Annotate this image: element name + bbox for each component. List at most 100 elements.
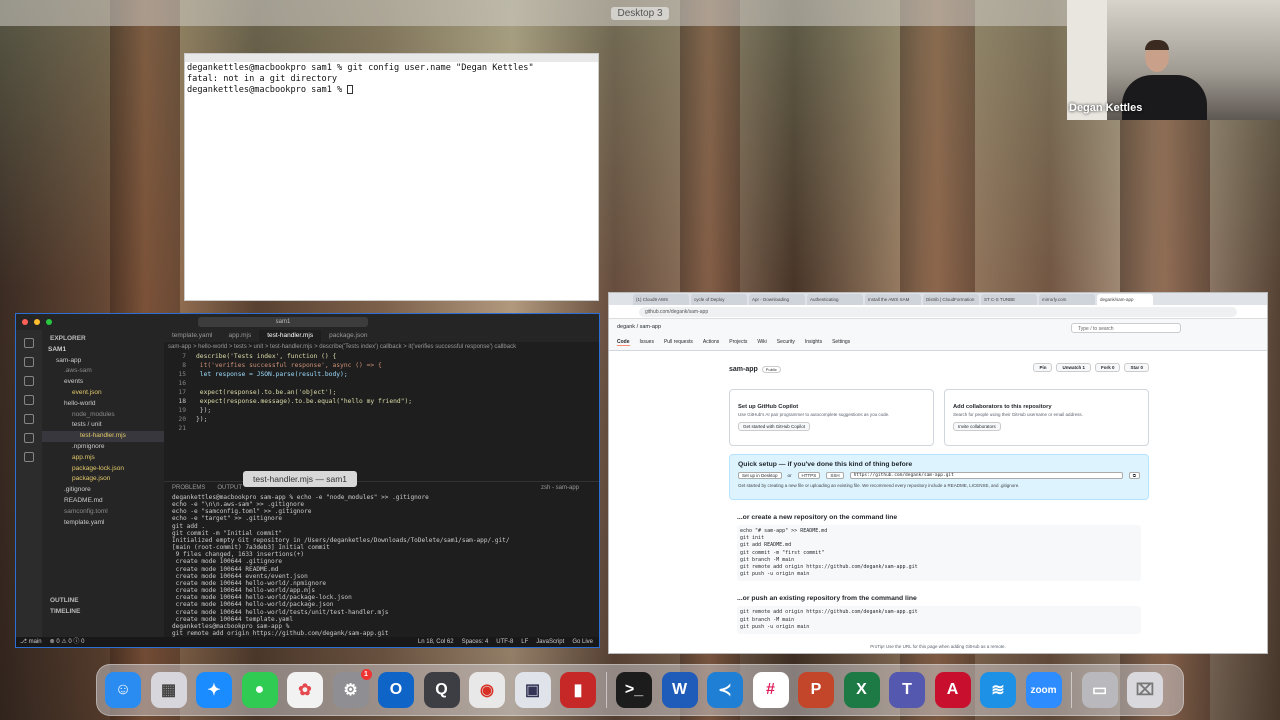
- problems-indicator[interactable]: ⊗ 0 ⚠ 0 ⓘ 0: [50, 637, 85, 647]
- acrobat-icon[interactable]: A: [934, 672, 971, 708]
- repo-nav-item[interactable]: Wiki: [757, 339, 766, 346]
- breadcrumb[interactable]: sam-app > hello-world > tests > unit > t…: [164, 342, 599, 352]
- repo-name[interactable]: sam-app: [729, 366, 758, 373]
- safari-icon[interactable]: ✦: [196, 672, 232, 708]
- tree-item-workspace[interactable]: SAM1: [42, 345, 164, 356]
- command-block[interactable]: git remote add origin https://github.com…: [737, 606, 1141, 635]
- invite-collaborators-button[interactable]: Invite collaborators: [953, 422, 1001, 431]
- command-center-search[interactable]: sam1: [198, 317, 368, 327]
- terminal-output[interactable]: degankettles@macbookpro sam1 % git confi…: [185, 62, 598, 97]
- launchpad-icon[interactable]: ▦: [150, 672, 187, 708]
- browser-tab[interactable]: Distrib | CloudFormation: [923, 294, 979, 305]
- unwatch-button[interactable]: Unwatch 1: [1056, 363, 1091, 372]
- tab-template-yaml[interactable]: template.yaml: [164, 330, 220, 342]
- tab-output[interactable]: OUTPUT: [217, 482, 242, 494]
- source-control-icon[interactable]: [24, 376, 34, 386]
- repo-nav-item[interactable]: Actions: [703, 339, 719, 346]
- terminal-instance-label[interactable]: zsh - sam-app: [541, 482, 579, 494]
- timeline-section[interactable]: TIMELINE: [42, 607, 164, 618]
- vscode-icon[interactable]: ≺: [707, 672, 743, 708]
- minimize-window-button[interactable]: [34, 319, 40, 325]
- tree-item-folder[interactable]: sam-app: [42, 356, 164, 367]
- teams-icon[interactable]: T: [889, 672, 925, 708]
- tree-item-file[interactable]: README.md: [42, 496, 164, 507]
- trash-icon[interactable]: ⌧: [1127, 672, 1163, 708]
- code-editor[interactable]: 7 describe('Tests index', function () { 8…: [164, 352, 599, 433]
- github-search-input[interactable]: Type / to search: [1071, 323, 1181, 333]
- tree-item-file[interactable]: package-lock.json: [42, 464, 164, 475]
- editor-area[interactable]: template.yaml app.mjs test-handler.mjs p…: [164, 330, 599, 644]
- downloads-icon[interactable]: ▭: [1081, 672, 1118, 708]
- browser-tab[interactable]: Install the AWS SAM: [865, 294, 921, 305]
- tree-item-file[interactable]: samconfig.toml: [42, 507, 164, 518]
- setup-desktop-button[interactable]: Set up in Desktop: [738, 472, 782, 479]
- star-button[interactable]: Star 0: [1124, 363, 1149, 372]
- copilot-button[interactable]: Get started with GitHub Copilot: [738, 422, 811, 431]
- repo-breadcrumb[interactable]: degank / sam-app: [617, 324, 661, 330]
- terminal-titlebar[interactable]: [185, 54, 598, 62]
- messages-icon[interactable]: ●: [241, 672, 278, 708]
- tree-item-file[interactable]: app.mjs: [42, 453, 164, 464]
- powerpoint-icon[interactable]: P: [798, 672, 834, 708]
- repo-nav-item[interactable]: Issues: [640, 339, 654, 346]
- tree-item-folder[interactable]: tests / unit: [42, 420, 164, 431]
- tree-item-file-selected[interactable]: test-handler.mjs: [42, 431, 164, 442]
- notes-icon[interactable]: ▮: [560, 672, 596, 708]
- terminal-icon[interactable]: >_: [616, 672, 652, 708]
- quicktime-icon[interactable]: Q: [423, 672, 460, 708]
- tab-test-handler[interactable]: test-handler.mjs: [259, 330, 322, 342]
- tree-item-file[interactable]: package.json: [42, 474, 164, 485]
- tree-item-folder[interactable]: node_modules: [42, 410, 164, 421]
- close-window-button[interactable]: [22, 319, 28, 325]
- photos-icon[interactable]: ✿: [287, 672, 323, 708]
- browser-tab[interactable]: degank/sam-app: [1097, 294, 1153, 305]
- eol[interactable]: LF: [521, 637, 528, 647]
- browser-tab[interactable]: Apr - Downloading: [749, 294, 805, 305]
- quick-setup-note[interactable]: Get started by creating a new file or up…: [738, 483, 1140, 488]
- chrome-icon[interactable]: ◉: [469, 672, 505, 708]
- repo-nav-item[interactable]: Security: [777, 339, 795, 346]
- maximize-window-button[interactable]: [46, 319, 52, 325]
- browser-tab[interactable]: (1) Cloud9 AWS: [633, 294, 689, 305]
- browser-tab[interactable]: ST C-S TUNBE: [981, 294, 1037, 305]
- url-field[interactable]: github.com/degank/sam-app: [639, 307, 1237, 317]
- outline-section[interactable]: OUTLINE: [42, 596, 164, 607]
- tree-item-folder[interactable]: hello-world: [42, 399, 164, 410]
- docker-icon[interactable]: ≋: [980, 672, 1016, 708]
- zoom-icon[interactable]: zoom: [1025, 672, 1062, 708]
- tree-item-file[interactable]: .npmignore: [42, 442, 164, 453]
- outlook-icon[interactable]: O: [378, 672, 414, 708]
- explorer-icon[interactable]: [24, 338, 34, 348]
- repo-nav-item[interactable]: Projects: [729, 339, 747, 346]
- command-block[interactable]: echo "# sam-app" >> README.md git init g…: [737, 525, 1141, 582]
- tree-item-folder[interactable]: .aws-sam: [42, 366, 164, 377]
- tree-item-file[interactable]: event.json: [42, 388, 164, 399]
- tree-item-file[interactable]: .gitignore: [42, 485, 164, 496]
- finder-icon[interactable]: ☺: [105, 672, 141, 708]
- browser-tab[interactable]: mirrorly.com: [1039, 294, 1095, 305]
- preview-icon[interactable]: ▣: [514, 672, 551, 708]
- repo-nav-item[interactable]: Insights: [805, 339, 822, 346]
- https-toggle[interactable]: HTTPS: [797, 472, 821, 479]
- pin-button[interactable]: Pin: [1033, 363, 1053, 372]
- tree-item-folder[interactable]: events: [42, 377, 164, 388]
- language-mode[interactable]: JavaScript: [536, 637, 564, 647]
- tree-item-file[interactable]: template.yaml: [42, 518, 164, 529]
- run-debug-icon[interactable]: [24, 395, 34, 405]
- extensions-icon[interactable]: [24, 414, 34, 424]
- slack-icon[interactable]: #: [752, 672, 789, 708]
- desktop-label[interactable]: Desktop 3: [611, 6, 669, 20]
- terminal-window[interactable]: degankettles@macbookpro sam1 % git confi…: [184, 53, 599, 301]
- indent-setting[interactable]: Spaces: 4: [462, 637, 489, 647]
- address-bar[interactable]: github.com/degank/sam-app: [609, 305, 1267, 319]
- browser-tab[interactable]: cycle of Deploy: [691, 294, 747, 305]
- repo-nav-item[interactable]: Settings: [832, 339, 850, 346]
- ssh-toggle[interactable]: SSH: [826, 472, 844, 479]
- repo-nav-item[interactable]: Pull requests: [664, 339, 693, 346]
- system-settings-icon[interactable]: ⚙ 1: [332, 669, 372, 708]
- tab-app-mjs[interactable]: app.mjs: [220, 330, 259, 342]
- fork-button[interactable]: Fork 0: [1094, 363, 1121, 372]
- integrated-terminal-output[interactable]: degankettles@macbookpro sam-app % echo -…: [164, 494, 599, 644]
- docker-icon[interactable]: [24, 452, 34, 462]
- terminal-panel[interactable]: PROBLEMS OUTPUT zsh - sam-app degankettl…: [164, 481, 599, 644]
